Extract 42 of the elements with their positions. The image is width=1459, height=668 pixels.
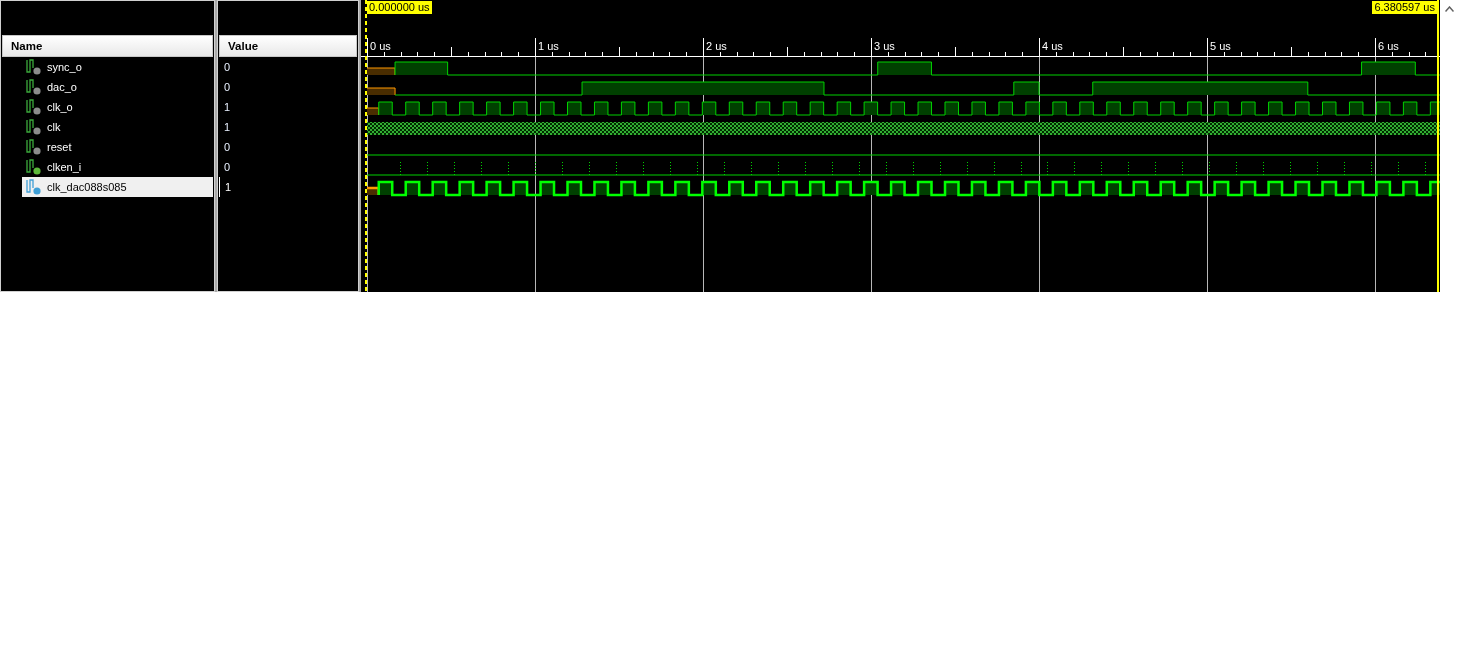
signal-value: 1	[224, 121, 231, 133]
signal-value: 0	[224, 161, 231, 173]
signal-icon	[26, 119, 42, 135]
time-label: 4 us	[1042, 40, 1063, 52]
time-label: 2 us	[706, 40, 727, 52]
time-label: 1 us	[538, 40, 559, 52]
signal-name: clken_i	[47, 161, 82, 173]
signal-name: reset	[47, 141, 72, 153]
signal-value: 0	[224, 81, 231, 93]
cursor-time-label: 0.000000 us	[367, 1, 432, 14]
signal-icon	[26, 79, 42, 95]
signal-row[interactable]: clken_i	[22, 157, 213, 177]
column-header[interactable]: Value	[219, 35, 357, 57]
column-header[interactable]: Name	[2, 35, 213, 57]
time-label: 6 us	[1378, 40, 1399, 52]
signal-row[interactable]: reset	[22, 137, 213, 157]
signal-name: clk_dac088s085	[47, 181, 127, 193]
scroll-up-icon[interactable]	[1445, 6, 1454, 12]
signal-row[interactable]: sync_o	[22, 57, 213, 77]
signal-row[interactable]: dac_o	[22, 77, 213, 97]
signal-row[interactable]: clk_dac088s085	[22, 177, 213, 197]
time-label: 3 us	[874, 40, 895, 52]
signal-icon	[26, 139, 42, 155]
scrollbar[interactable]	[1440, 0, 1459, 292]
signal-value: 0	[224, 61, 231, 73]
signal-name: clk	[47, 121, 61, 133]
signal-name: sync_o	[47, 61, 82, 73]
time-label: 0 us	[370, 40, 391, 52]
cursor-time-label: 6.380597 us	[1372, 1, 1437, 14]
signal-icon	[26, 159, 42, 175]
signal-value: 1	[224, 101, 231, 113]
signal-value: 1	[225, 181, 232, 193]
signal-name: dac_o	[47, 81, 77, 93]
signal-icon	[26, 59, 42, 75]
time-label: 5 us	[1210, 40, 1231, 52]
signal-row[interactable]: clk	[22, 117, 213, 137]
cursor-line[interactable]	[365, 0, 367, 292]
signal-icon	[26, 179, 42, 195]
signal-icon	[26, 99, 42, 115]
signal-name: clk_o	[47, 101, 73, 113]
signal-row[interactable]: clk_o	[22, 97, 213, 117]
signal-value: 0	[224, 141, 231, 153]
